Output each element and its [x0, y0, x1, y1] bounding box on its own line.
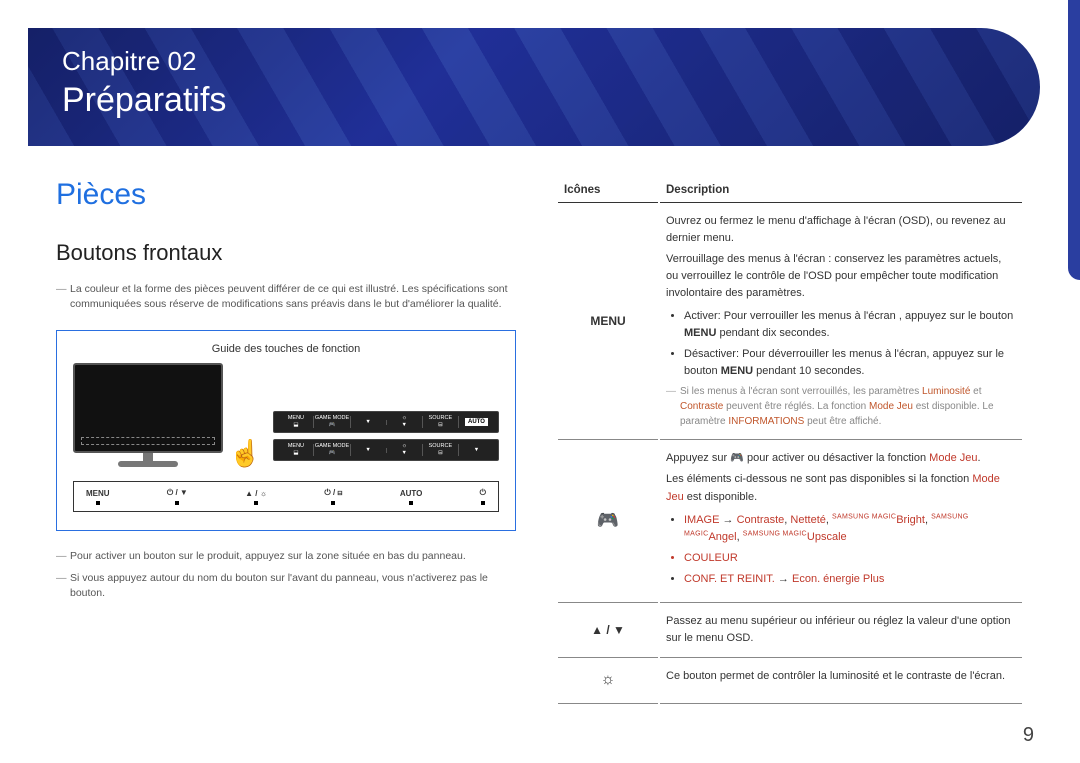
btn-label-power: ⏻: [480, 488, 486, 498]
table-row-brightness: ☼ Ce bouton permet de contrôler la lumin…: [558, 660, 1022, 704]
menu-desc-b2: Désactiver: Pour déverrouiller les menus…: [684, 346, 1016, 380]
icon-brightness: ☼: [558, 660, 658, 704]
section-heading: Pièces: [56, 178, 516, 212]
chapter-title: Préparatifs: [62, 81, 1006, 120]
desc-menu: Ouvrez ou fermez le menu d'affichage à l…: [660, 205, 1022, 440]
note-specs: La couleur et la forme des pièces peuven…: [56, 282, 516, 312]
desc-updown: Passez au menu supérieur ou inférieur ou…: [660, 605, 1022, 658]
btn-label-3: ⏻ / ⊟: [324, 488, 342, 498]
diagram-caption: Guide des touches de fonction: [73, 343, 499, 355]
menu-desc-p2: Verrouillage des menus à l'écran : conse…: [666, 251, 1016, 302]
chapter-number: Chapitre 02: [62, 46, 1006, 77]
osd-strip-1: MENU⬓ GAME MODE🎮 ▼ ☼▼ SOURCE⊟ AUTO: [273, 411, 499, 433]
left-column: Pièces Boutons frontaux La couleur et la…: [56, 178, 516, 733]
icon-menu: MENU: [558, 205, 658, 440]
subsection-heading: Boutons frontaux: [56, 240, 516, 266]
osd-strip-2: MENU⬓ GAME MODE🎮 ▼ ☼▼ SOURCE⊟ ▼: [273, 439, 499, 461]
game-li-color: COULEUR: [684, 550, 1016, 567]
menu-desc-p1: Ouvrez ou fermez le menu d'affichage à l…: [666, 213, 1016, 247]
page-content: Pièces Boutons frontaux La couleur et la…: [56, 178, 1024, 733]
hand-icon: ☝: [229, 438, 261, 469]
monitor-illustration: [73, 363, 223, 467]
desc-game: Appuyez sur 🎮 pour activer ou désactiver…: [660, 442, 1022, 602]
th-description: Description: [660, 180, 1022, 203]
menu-footnote: Si les menus à l'écran sont verrouillés,…: [666, 384, 1016, 429]
gamepad-icon: 🎮: [597, 510, 619, 530]
side-stripe: [1068, 0, 1080, 280]
game-desc-p2: Les éléments ci-dessous ne sont pas disp…: [666, 471, 1016, 505]
game-li-conf: CONF. ET REINIT. → Econ. énergie Plus: [684, 571, 1016, 588]
icons-table: Icônes Description MENU Ouvrez ou fermez…: [556, 178, 1024, 706]
menu-desc-b1: Activer: Pour verrouiller les menus à l'…: [684, 308, 1016, 342]
monitor-diagram: Guide des touches de fonction ☝ MENU⬓ GA…: [56, 330, 516, 531]
right-column: Icônes Description MENU Ouvrez ou fermez…: [556, 178, 1024, 733]
page-number: 9: [1023, 724, 1034, 747]
button-labels-row: MENU ⏻ / ▼ ▲ / ☼ ⏻ / ⊟ AUTO ⏻: [73, 481, 499, 512]
note-activate-button: Pour activer un bouton sur le produit, a…: [56, 549, 516, 564]
btn-label-auto: AUTO: [400, 489, 423, 498]
btn-label-2: ▲ / ☼: [245, 489, 267, 498]
table-row-updown: ▲ / ▼ Passez au menu supérieur ou inféri…: [558, 605, 1022, 658]
th-icons: Icônes: [558, 180, 658, 203]
game-desc-p1: Appuyez sur 🎮 pour activer ou désactiver…: [666, 450, 1016, 467]
desc-brightness: Ce bouton permet de contrôler la luminos…: [660, 660, 1022, 704]
chapter-banner: Chapitre 02 Préparatifs: [28, 28, 1040, 146]
game-li-image: IMAGE → Contraste, Netteté, SAMSUNG MAGI…: [684, 512, 1016, 546]
btn-label-menu: MENU: [86, 489, 110, 498]
osd-auto-label: AUTO: [465, 418, 488, 426]
icon-up-down: ▲ / ▼: [558, 605, 658, 658]
icon-gamepad: 🎮: [558, 442, 658, 602]
osd-strips: MENU⬓ GAME MODE🎮 ▼ ☼▼ SOURCE⊟ AUTO MENU⬓…: [273, 411, 499, 467]
note-press-around: Si vous appuyez autour du nom du bouton …: [56, 571, 516, 601]
table-row-menu: MENU Ouvrez ou fermez le menu d'affichag…: [558, 205, 1022, 440]
table-row-game: 🎮 Appuyez sur 🎮 pour activer ou désactiv…: [558, 442, 1022, 602]
btn-label-1: ⏻ / ▼: [167, 488, 188, 498]
